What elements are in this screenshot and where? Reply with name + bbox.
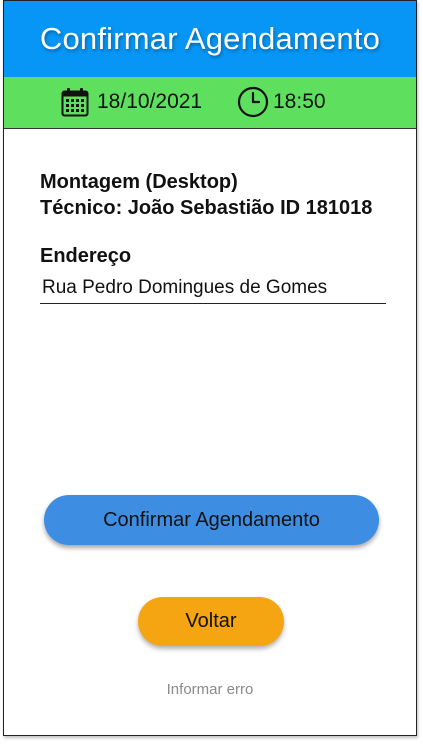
page-title: Confirmar Agendamento xyxy=(39,21,381,56)
app-screen: Confirmar Agendamento 18/10/2021 18:50 M… xyxy=(3,0,417,736)
address-field[interactable]: Rua Pedro Domingues de Gomes xyxy=(40,275,386,304)
confirm-appointment-button[interactable]: Confirmar Agendamento xyxy=(44,495,379,545)
header-bar: Confirmar Agendamento xyxy=(4,1,416,77)
calendar-icon xyxy=(61,87,89,117)
technician-info: Técnico: João Sebastião ID 181018 xyxy=(40,197,373,219)
schedule-date: 18/10/2021 xyxy=(61,87,202,117)
report-error-link[interactable]: Informar erro xyxy=(4,681,416,698)
date-text: 18/10/2021 xyxy=(97,90,203,113)
address-label: Endereço xyxy=(40,245,132,267)
appointment-details: Montagem (Desktop) Técnico: João Sebasti… xyxy=(40,169,390,304)
clock-icon xyxy=(237,86,269,118)
time-text: 18:50 xyxy=(273,90,326,113)
schedule-time: 18:50 xyxy=(237,86,326,118)
back-button[interactable]: Voltar xyxy=(138,597,284,646)
schedule-bar: 18/10/2021 18:50 xyxy=(4,77,416,129)
service-type: Montagem (Desktop) xyxy=(40,171,238,193)
